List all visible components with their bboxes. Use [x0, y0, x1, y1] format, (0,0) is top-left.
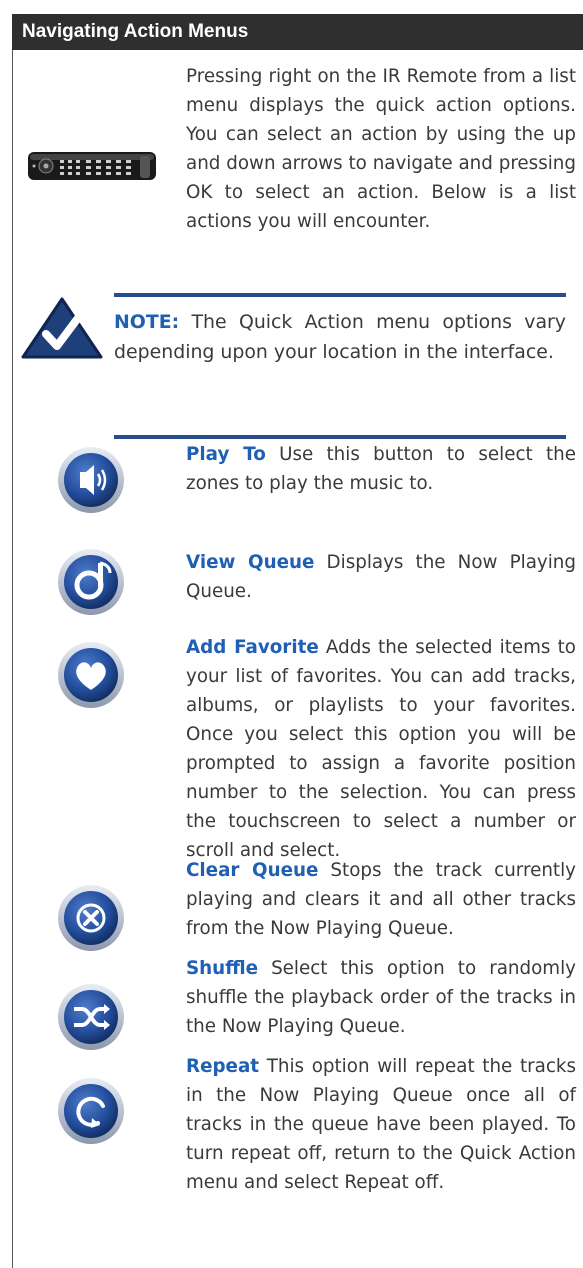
action-shuffle: Shuffle Select this option to randomly s…: [186, 954, 576, 1041]
note-paragraph: NOTE: The Quick Action menu options vary…: [114, 307, 566, 367]
note-rule-bottom: [114, 435, 566, 439]
action-title: View Queue: [186, 552, 315, 573]
action-title: Repeat: [186, 1056, 260, 1077]
left-rule: [12, 50, 13, 1268]
action-title: Add Favorite: [186, 637, 319, 658]
play-to-icon: [58, 447, 124, 513]
ir-remote-icon: [28, 152, 156, 180]
note-label: NOTE:: [114, 311, 180, 333]
page-header: Navigating Action Menus: [12, 14, 583, 50]
action-add-favorite: Add Favorite Adds the selected items to …: [186, 633, 576, 865]
action-text: Adds the selected items to your list of …: [186, 637, 576, 861]
repeat-icon: [58, 1078, 124, 1144]
clear-queue-icon: [58, 885, 124, 951]
heart-icon: [58, 642, 124, 708]
action-title: Clear Queue: [186, 860, 319, 881]
action-title: Shuffle: [186, 958, 259, 979]
action-repeat: Repeat This option will repeat the track…: [186, 1052, 576, 1197]
note-rule-top: [114, 293, 566, 297]
action-play-to: Play To Use this button to select the zo…: [186, 440, 576, 498]
action-title: Play To: [186, 444, 266, 465]
view-queue-icon: [58, 549, 124, 615]
checkmark-triangle-icon: [21, 297, 103, 359]
shuffle-icon: [58, 984, 124, 1050]
intro-paragraph: Pressing right on the IR Remote from a l…: [186, 66, 576, 232]
header-title: Navigating Action Menus: [22, 21, 249, 42]
action-view-queue: View Queue Displays the Now Playing Queu…: [186, 548, 576, 606]
note-text: The Quick Action menu options vary depen…: [114, 311, 566, 363]
action-clear-queue: Clear Queue Stops the track currently pl…: [186, 856, 576, 943]
